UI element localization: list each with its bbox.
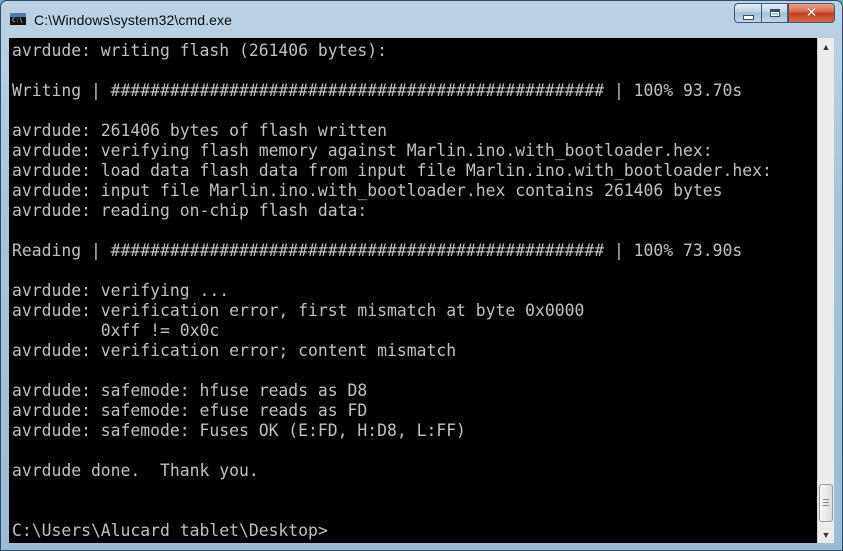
console-lines: avrdude: writing flash (261406 bytes): Wr… [12,41,772,541]
window-title: C:\Windows\system32\cmd.exe [34,12,232,28]
console-line: avrdude: safemode: efuse reads as FD [12,401,368,420]
console-line: Reading | ##############################… [12,241,743,260]
vertical-scrollbar[interactable]: ▲ ▼ [817,38,834,543]
console-line: avrdude: safemode: hfuse reads as D8 [12,381,368,400]
scroll-up-arrow-icon[interactable]: ▲ [818,38,834,55]
close-button[interactable]: ✕ [788,3,835,23]
console-line: avrdude: 261406 bytes of flash written [12,121,387,140]
console-output[interactable]: avrdude: writing flash (261406 bytes): Wr… [9,38,817,543]
console-line: avrdude: verification error, first misma… [12,301,585,320]
console-line: avrdude done. Thank you. [12,461,259,480]
console-line: avrdude: verifying ... [12,281,230,300]
maximize-icon [769,9,780,17]
console-line: Writing | ##############################… [12,81,743,100]
console-line: avrdude: verification error; content mis… [12,341,457,360]
console-line: avrdude: reading on-chip flash data: [12,201,368,220]
icon-text: C:\ [12,17,23,24]
close-icon: ✕ [805,5,818,21]
scroll-down-arrow-icon[interactable]: ▼ [818,526,834,543]
cmd-window: C:\ C:\Windows\system32\cmd.exe ✕ avrdud… [0,0,843,551]
console-line: 0xff != 0x0c [12,321,220,340]
console-line: avrdude: writing flash (261406 bytes): [12,41,387,60]
minimize-button[interactable] [734,3,761,23]
console-line: avrdude: verifying flash memory against … [12,141,713,160]
maximize-button[interactable] [761,3,788,23]
caption-buttons: ✕ [734,3,835,23]
minimize-icon [742,14,754,20]
scrollbar-thumb[interactable] [819,484,833,522]
console-line: C:\Users\Alucard tablet\Desktop> [12,521,328,540]
console-line: avrdude: load data flash data from input… [12,161,772,180]
console-line: avrdude: safemode: Fuses OK (E:FD, H:D8,… [12,421,466,440]
console-window-icon[interactable]: C:\ [9,12,27,26]
console-line: avrdude: input file Marlin.ino.with_boot… [12,181,723,200]
title-bar[interactable]: C:\ C:\Windows\system32\cmd.exe ✕ [1,1,842,37]
